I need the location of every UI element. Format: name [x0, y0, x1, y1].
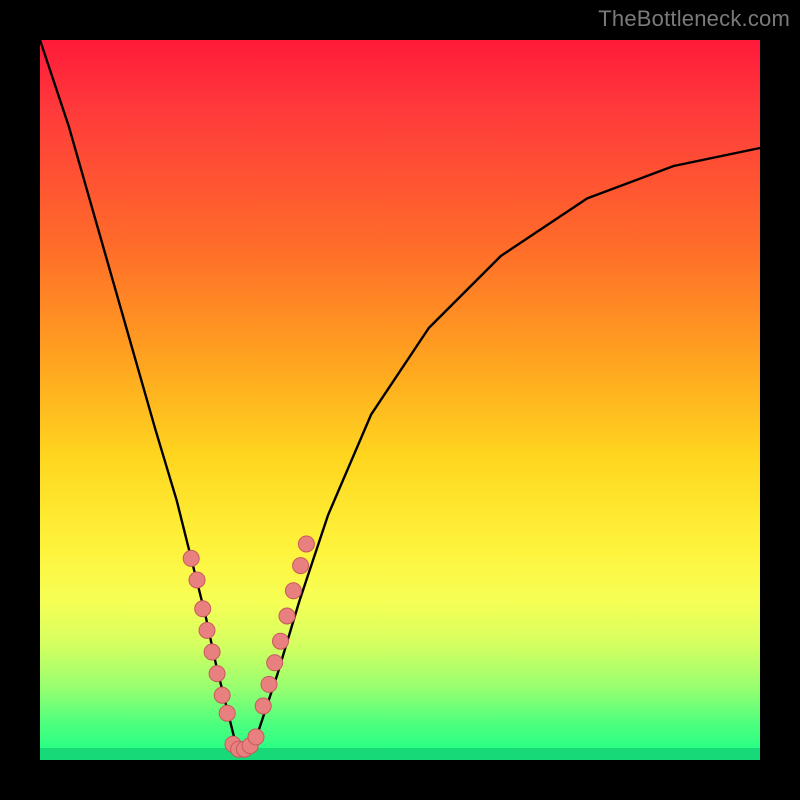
data-dots [183, 536, 314, 757]
data-dot [209, 666, 225, 682]
data-dot [267, 655, 283, 671]
data-dot [279, 608, 295, 624]
data-dot [255, 698, 271, 714]
watermark-text: TheBottleneck.com [598, 6, 790, 32]
curve-layer [40, 40, 760, 760]
data-dot [195, 601, 211, 617]
data-dot [183, 550, 199, 566]
plot-frame [40, 40, 760, 760]
data-dot [293, 558, 309, 574]
data-dot [248, 729, 264, 745]
data-dot [189, 572, 205, 588]
data-dot [273, 633, 289, 649]
bottleneck-curve [40, 40, 760, 753]
data-dot [204, 644, 220, 660]
data-dot [199, 622, 215, 638]
data-dot [298, 536, 314, 552]
data-dot [261, 676, 277, 692]
data-dot [214, 687, 230, 703]
data-dot [285, 583, 301, 599]
data-dot [219, 705, 235, 721]
